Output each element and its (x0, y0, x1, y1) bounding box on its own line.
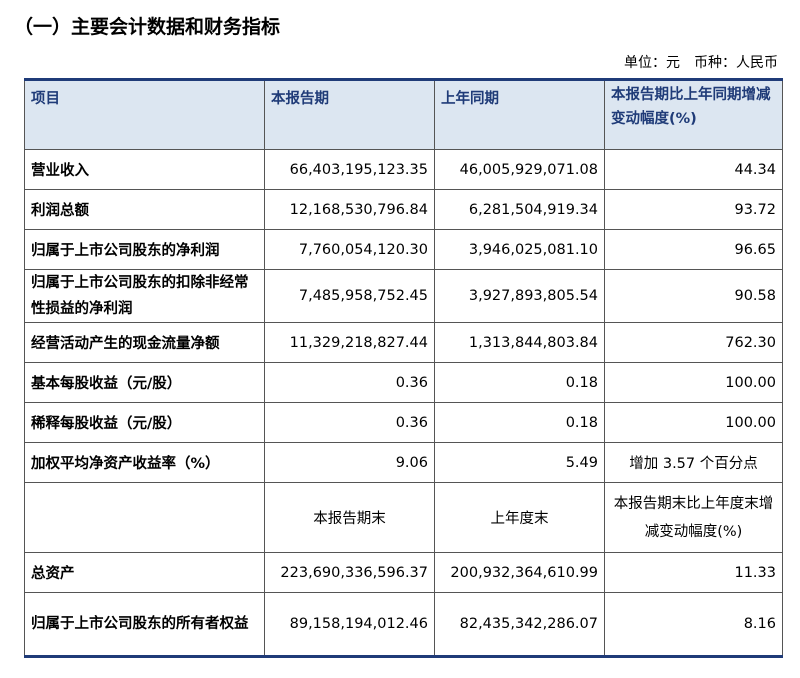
row-change: 93.72 (604, 189, 783, 230)
row-change: 8.16 (604, 592, 783, 657)
row-item: 加权平均净资产收益率（%） (24, 442, 265, 483)
row-current: 0.36 (264, 362, 435, 403)
header-current: 本报告期 (264, 79, 435, 150)
table-row: 营业收入 66,403,195,123.35 46,005,929,071.08… (24, 149, 783, 190)
row-prior: 1,313,844,803.84 (434, 322, 605, 363)
financial-table: 项目 本报告期 上年同期 本报告期比上年同期增减变动幅度(%) 营业收入 66,… (24, 78, 783, 658)
row-current: 12,168,530,796.84 (264, 189, 435, 230)
row-current: 7,760,054,120.30 (264, 229, 435, 270)
row-change: 100.00 (604, 402, 783, 443)
subheader-change: 本报告期末比上年度末增减变动幅度(%) (604, 482, 783, 553)
row-prior: 3,927,893,805.54 (434, 269, 605, 323)
unit-note: 单位：元 币种：人民币 (624, 55, 778, 71)
row-change: 44.34 (604, 149, 783, 190)
row-current: 89,158,194,012.46 (264, 592, 435, 657)
table-row: 归属于上市公司股东的所有者权益 89,158,194,012.46 82,435… (24, 592, 783, 657)
row-current: 7,485,958,752.45 (264, 269, 435, 323)
row-prior: 0.18 (434, 402, 605, 443)
table-row: 经营活动产生的现金流量净额 11,329,218,827.44 1,313,84… (24, 322, 783, 363)
row-item: 归属于上市公司股东的净利润 (24, 229, 265, 270)
table-subheader-row: 本报告期末 上年度末 本报告期末比上年度末增减变动幅度(%) (24, 482, 783, 553)
row-prior: 0.18 (434, 362, 605, 403)
subheader-item (24, 482, 265, 553)
table-row: 总资产 223,690,336,596.37 200,932,364,610.9… (24, 552, 783, 593)
header-prior: 上年同期 (434, 79, 605, 150)
subheader-current: 本报告期末 (264, 482, 435, 553)
row-current: 0.36 (264, 402, 435, 443)
row-item: 总资产 (24, 552, 265, 593)
row-prior: 46,005,929,071.08 (434, 149, 605, 190)
table-row: 加权平均净资产收益率（%） 9.06 5.49 增加 3.57 个百分点 (24, 442, 783, 483)
row-item: 稀释每股收益（元/股） (24, 402, 265, 443)
subheader-prior: 上年度末 (434, 482, 605, 553)
header-change: 本报告期比上年同期增减变动幅度(%) (604, 79, 783, 150)
row-item: 利润总额 (24, 189, 265, 230)
row-item: 归属于上市公司股东的扣除非经常性损益的净利润 (24, 269, 265, 323)
row-change: 100.00 (604, 362, 783, 403)
row-current: 223,690,336,596.37 (264, 552, 435, 593)
row-item: 归属于上市公司股东的所有者权益 (24, 592, 265, 657)
header-item: 项目 (24, 79, 265, 150)
row-current: 11,329,218,827.44 (264, 322, 435, 363)
row-item: 基本每股收益（元/股） (24, 362, 265, 403)
table-header-row: 项目 本报告期 上年同期 本报告期比上年同期增减变动幅度(%) (24, 79, 783, 150)
row-prior: 200,932,364,610.99 (434, 552, 605, 593)
table-row: 归属于上市公司股东的净利润 7,760,054,120.30 3,946,025… (24, 229, 783, 270)
table-row: 归属于上市公司股东的扣除非经常性损益的净利润 7,485,958,752.45 … (24, 269, 783, 323)
row-change: 11.33 (604, 552, 783, 593)
table-row: 稀释每股收益（元/股） 0.36 0.18 100.00 (24, 402, 783, 443)
section-title: （一）主要会计数据和财务指标 (14, 16, 281, 38)
row-item: 经营活动产生的现金流量净额 (24, 322, 265, 363)
row-change: 96.65 (604, 229, 783, 270)
row-prior: 3,946,025,081.10 (434, 229, 605, 270)
row-prior: 5.49 (434, 442, 605, 483)
row-change: 762.30 (604, 322, 783, 363)
row-prior: 82,435,342,286.07 (434, 592, 605, 657)
row-change: 增加 3.57 个百分点 (604, 442, 783, 483)
row-change: 90.58 (604, 269, 783, 323)
table-row: 基本每股收益（元/股） 0.36 0.18 100.00 (24, 362, 783, 403)
row-current: 9.06 (264, 442, 435, 483)
row-item: 营业收入 (24, 149, 265, 190)
row-prior: 6,281,504,919.34 (434, 189, 605, 230)
row-current: 66,403,195,123.35 (264, 149, 435, 190)
table-row: 利润总额 12,168,530,796.84 6,281,504,919.34 … (24, 189, 783, 230)
